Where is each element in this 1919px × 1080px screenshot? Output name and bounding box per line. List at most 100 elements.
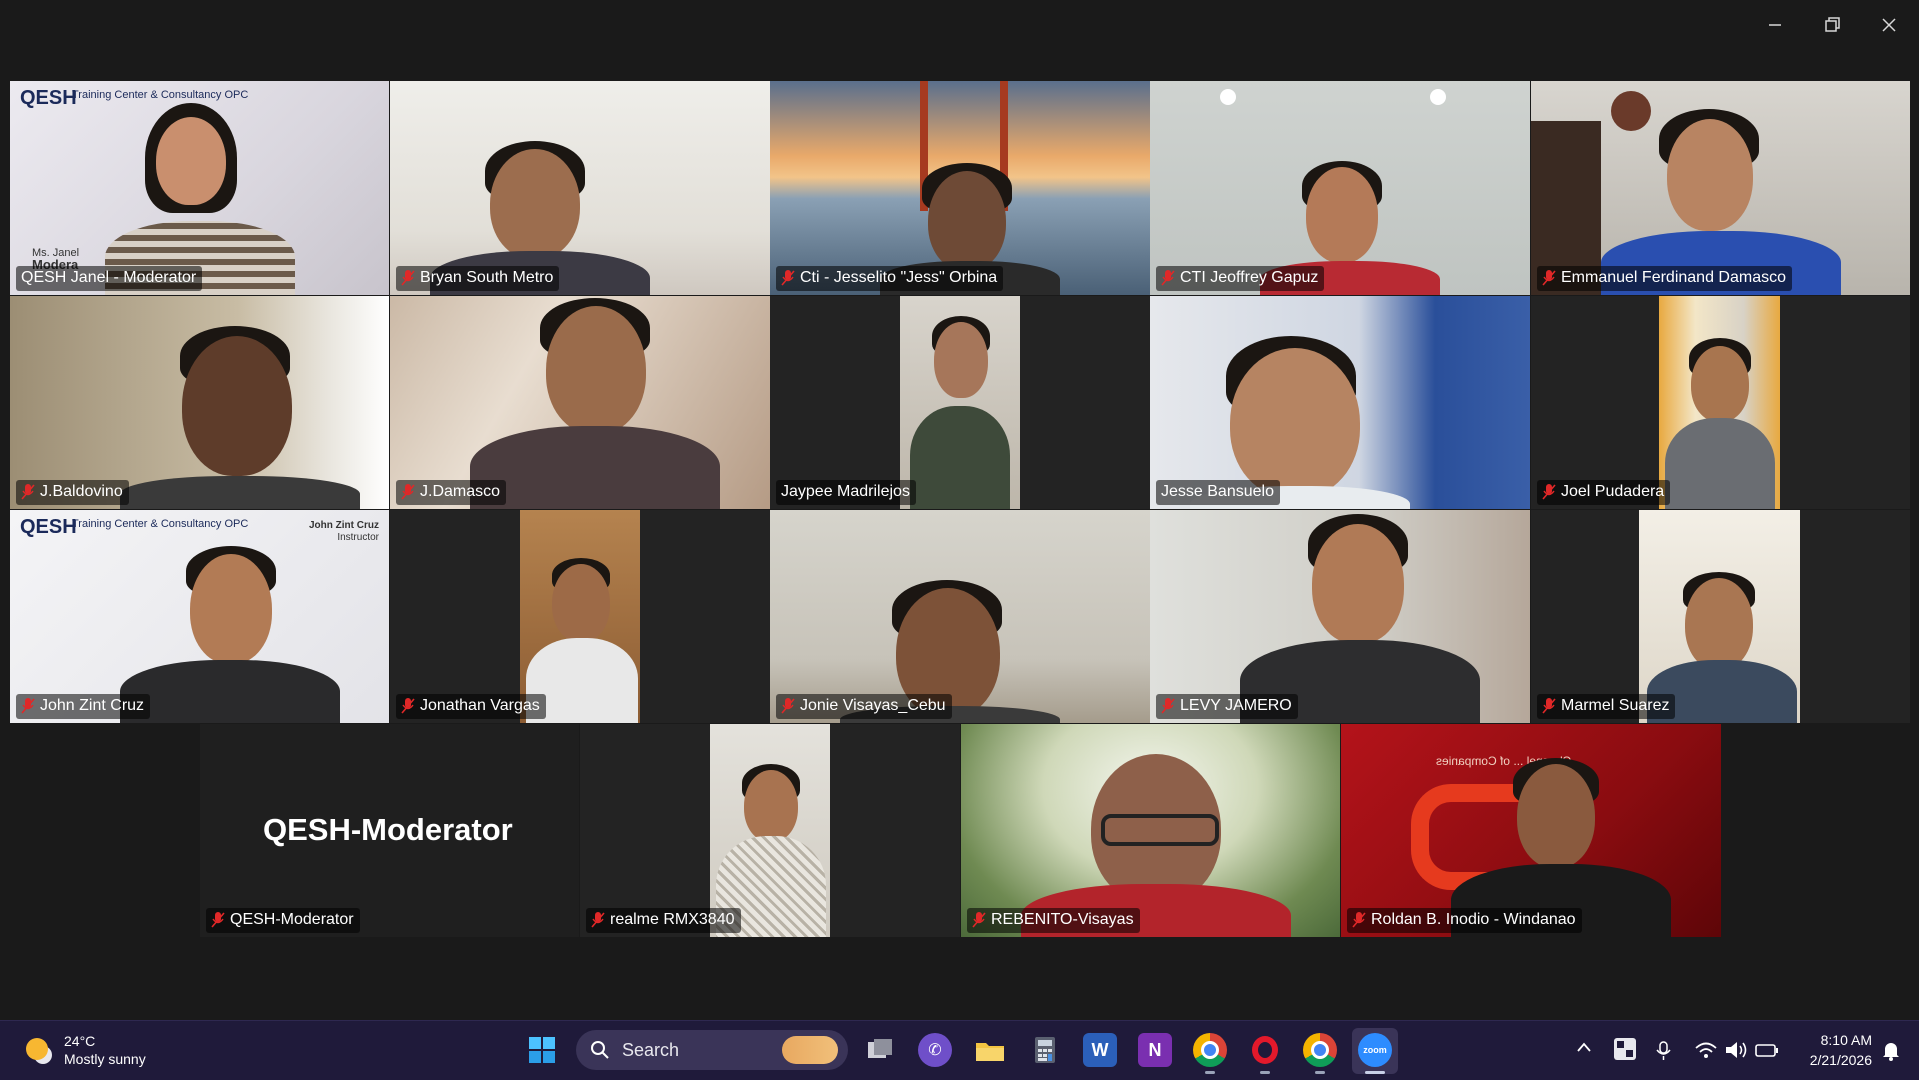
participant-name-tag: John Zint Cruz	[16, 694, 151, 719]
mic-muted-icon	[1352, 911, 1366, 929]
participant-name-tag: Emmanuel Ferdinand Damasco	[1537, 266, 1792, 291]
participant-video-marmel	[1639, 510, 1800, 723]
video-tile-jesselito[interactable]: Cti - Jesselito "Jess" Orbina	[770, 81, 1150, 295]
video-tile-marmel[interactable]: Marmel Suarez	[1531, 510, 1910, 723]
minimize-button[interactable]	[1749, 10, 1801, 40]
restore-icon	[1825, 17, 1840, 32]
mic-muted-icon	[1542, 697, 1556, 715]
microphone-tray-button[interactable]	[1654, 1040, 1678, 1062]
participant-video-bryan	[390, 81, 770, 295]
participant-video-jonathan	[520, 510, 640, 723]
close-button[interactable]	[1863, 10, 1915, 40]
participant-name-tag: J.Damasco	[396, 480, 507, 505]
video-tile-jonie[interactable]: Jonie Visayas_Cebu	[770, 510, 1150, 723]
restore-button[interactable]	[1806, 10, 1858, 40]
video-tile-jesse[interactable]: Jesse Bansuelo	[1150, 296, 1530, 509]
clock-time: 8:10 AM	[1820, 1032, 1872, 1048]
zoom-icon: zoom	[1363, 1045, 1387, 1055]
video-tile-jeoffrey[interactable]: CTI Jeoffrey Gapuz	[1150, 81, 1530, 295]
mic-muted-icon	[211, 911, 225, 929]
participant-video-john	[10, 510, 389, 723]
video-tile-joel[interactable]: Joel Pudadera	[1531, 296, 1910, 509]
participant-video-emmanuel	[1531, 81, 1910, 295]
chrome-profile-button[interactable]	[1303, 1033, 1337, 1067]
mic-muted-icon	[401, 269, 415, 287]
mic-muted-icon	[21, 483, 35, 501]
chrome-icon	[1201, 1041, 1219, 1059]
participant-video-jaypee	[900, 296, 1020, 509]
weather-description: Mostly sunny	[64, 1051, 146, 1067]
windows-logo-icon	[529, 1037, 555, 1063]
mic-muted-icon	[1161, 697, 1175, 715]
chrome-running-indicator	[1205, 1071, 1215, 1074]
mic-muted-icon	[591, 911, 605, 929]
video-tile-realme[interactable]: realme RMX3840	[580, 724, 960, 937]
search-label: Search	[622, 1039, 680, 1060]
task-view-icon	[868, 1039, 892, 1058]
mic-muted-icon	[401, 483, 415, 501]
participant-video-jesse	[1150, 296, 1530, 509]
calculator-button[interactable]	[1028, 1033, 1062, 1067]
chrome-button[interactable]	[1193, 1033, 1227, 1067]
mic-muted-icon	[781, 697, 795, 715]
chrome-profile-running-indicator	[1315, 1071, 1325, 1074]
zoom-button[interactable]: zoom	[1358, 1033, 1392, 1067]
video-tile-levy[interactable]: LEVY JAMERO	[1150, 510, 1530, 723]
word-button[interactable]: W	[1083, 1033, 1117, 1067]
onenote-button[interactable]: N	[1138, 1033, 1172, 1067]
search-highlight-icon	[782, 1036, 838, 1064]
video-tile-qesh-janel[interactable]: QESH Training Center & Consultancy OPC M…	[10, 81, 389, 295]
wifi-icon	[1695, 1042, 1717, 1058]
clock-button[interactable]: 8:10 AM 2/21/2026	[1790, 1030, 1872, 1070]
participant-video-joel	[1659, 296, 1780, 509]
calculator-icon	[1035, 1037, 1055, 1063]
microphone-icon	[1656, 1041, 1671, 1060]
viber-icon: ✆	[928, 1042, 942, 1059]
participant-video-jeoffrey	[1150, 81, 1530, 295]
participant-name-tag: CTI Jeoffrey Gapuz	[1156, 266, 1325, 291]
video-tile-roldan[interactable]: Channel ... of Companies Roldan B. Inodi…	[1341, 724, 1721, 937]
mic-muted-icon	[21, 697, 35, 715]
notifications-button[interactable]	[1880, 1040, 1904, 1064]
task-view-button[interactable]	[863, 1033, 897, 1067]
participant-name-tag: REBENITO-Visayas	[967, 908, 1140, 933]
sunny-weather-icon	[26, 1038, 48, 1060]
volume-button[interactable]	[1724, 1040, 1748, 1062]
video-tile-emmanuel[interactable]: Emmanuel Ferdinand Damasco	[1531, 81, 1910, 295]
taskbar-search-box[interactable]: Search	[576, 1030, 848, 1070]
tray-app-button[interactable]	[1614, 1038, 1636, 1060]
windows-start-button[interactable]	[525, 1033, 559, 1067]
video-tile-jaypee[interactable]: Jaypee Madrilejos	[770, 296, 1150, 509]
video-tile-qesh-moderator[interactable]: QESH-Moderator QESH-Moderator	[200, 724, 579, 937]
viber-button[interactable]: ✆	[918, 1033, 952, 1067]
video-tile-jonathan[interactable]: Jonathan Vargas	[390, 510, 770, 723]
participant-name-tag: Joel Pudadera	[1537, 480, 1671, 505]
participant-name-tag: Bryan South Metro	[396, 266, 560, 291]
participant-name-tag: LEVY JAMERO	[1156, 694, 1298, 719]
mic-muted-icon	[1542, 483, 1556, 501]
volume-icon	[1726, 1042, 1747, 1058]
participant-name-tag: Cti - Jesselito "Jess" Orbina	[776, 266, 1004, 291]
participant-video-jesselito	[770, 81, 1150, 295]
battery-button[interactable]	[1754, 1040, 1780, 1062]
video-tile-rebenito[interactable]: REBENITO-Visayas	[961, 724, 1340, 937]
participant-name-tag: Jesse Bansuelo	[1156, 480, 1280, 505]
participant-video-jdamasco	[390, 296, 770, 509]
participant-name-tag: QESH-Moderator	[206, 908, 360, 933]
opera-button[interactable]	[1248, 1033, 1282, 1067]
video-tile-jdamasco[interactable]: J.Damasco	[390, 296, 770, 509]
participant-name-tag: Jaypee Madrilejos	[776, 480, 916, 505]
video-tile-baldovino[interactable]: J.Baldovino	[10, 296, 389, 509]
video-tile-john[interactable]: QESH Training Center & Consultancy OPC J…	[10, 510, 389, 723]
show-hidden-icons-button[interactable]	[1576, 1040, 1596, 1060]
participant-display-name: QESH-Moderator	[263, 812, 513, 847]
weather-widget[interactable]: 24°C Mostly sunny	[22, 1030, 162, 1072]
onenote-icon: N	[1148, 1039, 1162, 1060]
file-explorer-button[interactable]	[973, 1033, 1007, 1067]
zoom-active-indicator	[1365, 1071, 1385, 1074]
search-icon	[591, 1041, 609, 1059]
wifi-button[interactable]	[1694, 1040, 1718, 1062]
folder-icon	[976, 1043, 1004, 1061]
notification-bell-icon	[1883, 1043, 1899, 1061]
video-tile-bryan[interactable]: Bryan South Metro	[390, 81, 770, 295]
